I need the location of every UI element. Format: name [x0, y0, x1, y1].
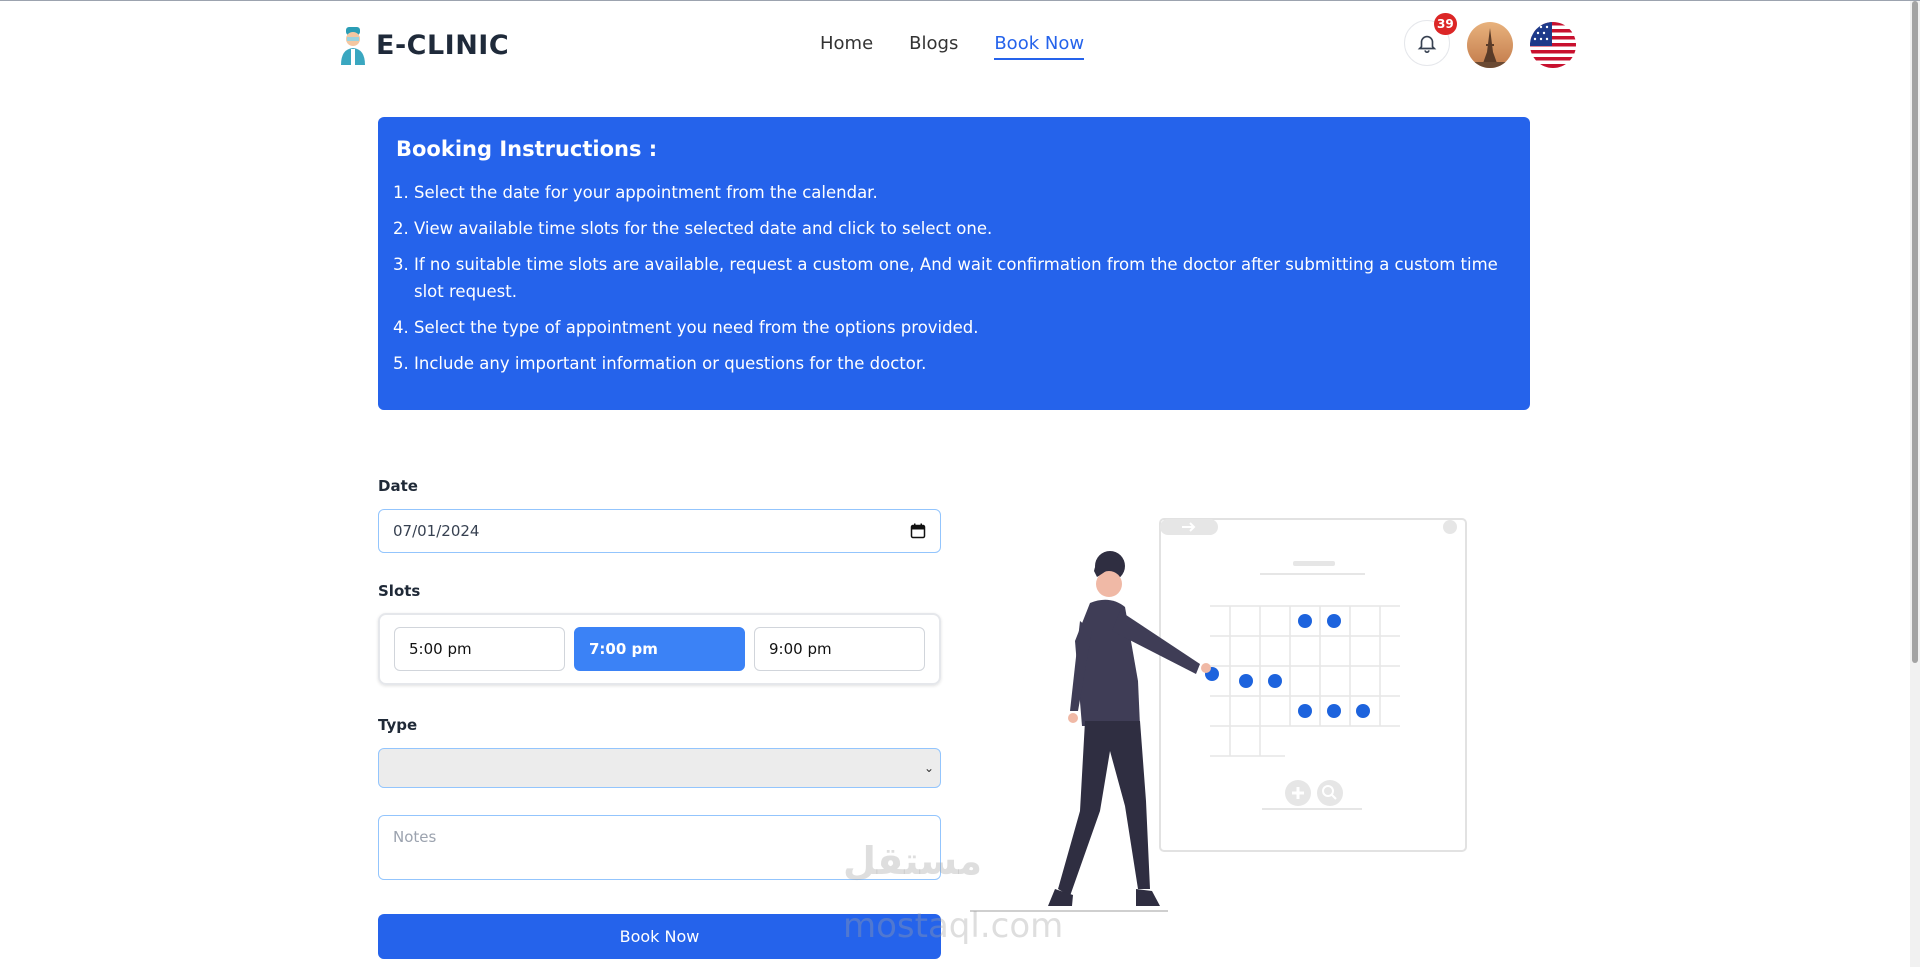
bell-icon — [1417, 35, 1437, 53]
calendar-illustration — [970, 518, 1467, 912]
calendar-icon[interactable] — [910, 523, 926, 539]
type-select[interactable]: ⌄ — [378, 748, 941, 788]
notes-placeholder: Notes — [393, 828, 437, 846]
date-value: 07/01/2024 — [393, 522, 480, 540]
user-photo-icon — [1467, 22, 1513, 68]
nav-blogs[interactable]: Blogs — [909, 33, 958, 60]
date-input[interactable]: 07/01/2024 — [378, 509, 941, 553]
chevron-down-icon: ⌄ — [923, 761, 934, 775]
doctor-icon — [341, 27, 365, 65]
instruction-item: If no suitable time slots are available,… — [414, 251, 1512, 305]
notification-badge: 39 — [1434, 13, 1457, 35]
slot-button-selected[interactable]: 7:00 pm — [574, 627, 745, 671]
slots-label: Slots — [378, 582, 421, 600]
language-selector[interactable] — [1530, 22, 1576, 68]
nav-home[interactable]: Home — [820, 33, 873, 60]
main-nav: Home Blogs Book Now — [820, 33, 1085, 60]
nav-book-now[interactable]: Book Now — [994, 33, 1085, 60]
watermark-arabic: مستقل — [843, 839, 982, 883]
scrollbar-thumb[interactable] — [1912, 1, 1918, 663]
brand-name: E-CLINIC — [376, 29, 510, 61]
watermark-latin: mostaql.com — [843, 906, 1064, 946]
date-label: Date — [378, 477, 418, 495]
instructions-list: Select the date for your appointment fro… — [396, 179, 1512, 377]
page-scrollbar[interactable] — [1910, 1, 1920, 967]
type-label: Type — [378, 716, 418, 734]
instructions-title: Booking Instructions : — [396, 137, 658, 161]
us-flag-icon — [1530, 22, 1576, 68]
booking-instructions: Booking Instructions : Select the date f… — [378, 117, 1530, 410]
slot-button[interactable]: 9:00 pm — [754, 627, 925, 671]
instruction-item: Select the date for your appointment fro… — [414, 179, 1512, 206]
instruction-item: Include any important information or que… — [414, 350, 1512, 377]
brand-logo[interactable]: E-CLINIC — [338, 25, 509, 65]
slots-group: 5:00 pm 7:00 pm 9:00 pm — [378, 613, 941, 685]
slot-button[interactable]: 5:00 pm — [394, 627, 565, 671]
instruction-item: View available time slots for the select… — [414, 215, 1512, 242]
avatar[interactable] — [1467, 22, 1513, 68]
instruction-item: Select the type of appointment you need … — [414, 314, 1512, 341]
